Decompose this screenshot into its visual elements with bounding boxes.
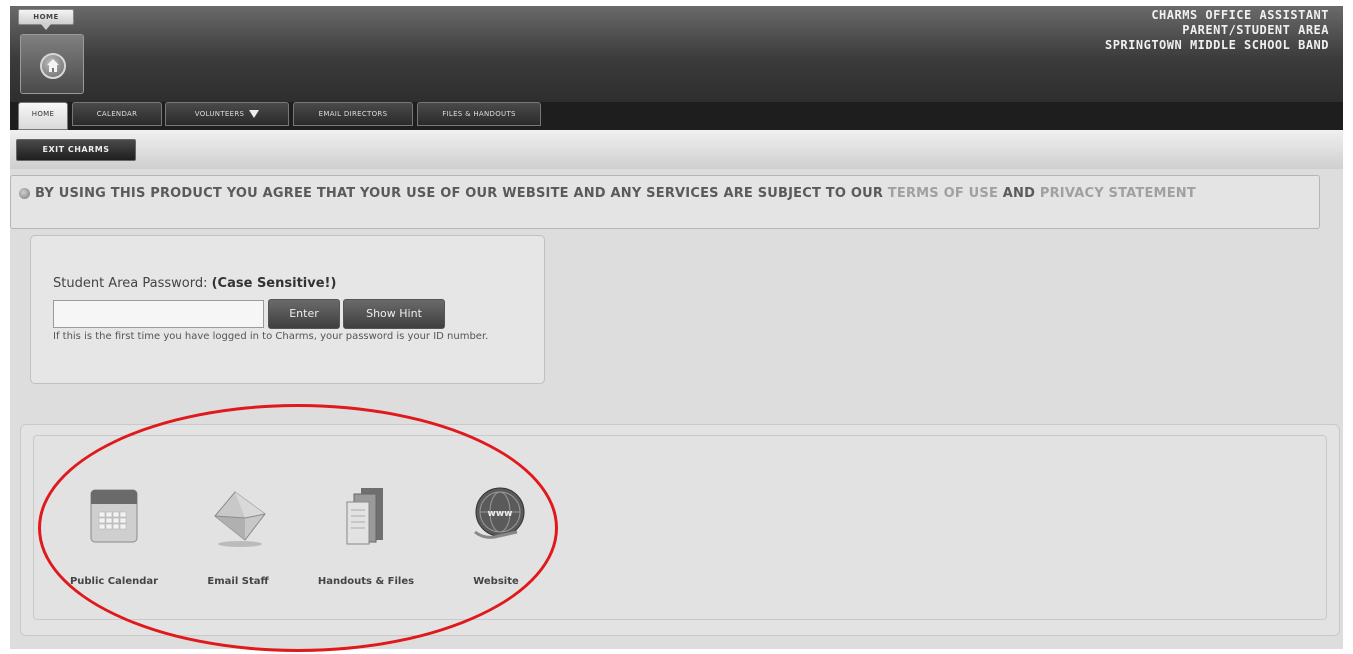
website-label: Website bbox=[473, 576, 519, 587]
tab-files-handouts[interactable]: FILES & HANDOUTS bbox=[417, 102, 541, 126]
public-calendar-label: Public Calendar bbox=[69, 576, 159, 587]
tab-volunteers-label: VOLUNTEERS bbox=[194, 110, 245, 118]
globe-icon: www bbox=[474, 487, 525, 539]
handouts-files-label: Handouts & Files bbox=[317, 576, 415, 587]
quick-links-panel: Public Calendar Email Staff Handouts & F… bbox=[20, 424, 1340, 636]
password-input[interactable] bbox=[53, 300, 264, 328]
app-title-line-2: PARENT/STUDENT AREA bbox=[1182, 23, 1329, 37]
app-title: CHARMS OFFICE ASSISTANT PARENT/STUDENT A… bbox=[1105, 8, 1329, 53]
main-nav: HOME CALENDAR VOLUNTEERS EMAIL DIRECTORS… bbox=[10, 102, 1343, 130]
case-sensitive-note: (Case Sensitive!) bbox=[211, 276, 337, 291]
student-password-panel: Student Area Password: (Case Sensitive!)… bbox=[30, 235, 545, 384]
calendar-icon bbox=[90, 489, 138, 543]
home-icon bbox=[40, 53, 66, 79]
show-hint-button[interactable]: Show Hint bbox=[343, 299, 445, 329]
sub-toolbar: EXIT CHARMS bbox=[10, 130, 1343, 169]
exit-charms-button[interactable]: EXIT CHARMS bbox=[16, 139, 136, 161]
privacy-statement-link[interactable]: PRIVACY STATEMENT bbox=[1040, 186, 1196, 201]
main-content: BY USING THIS PRODUCT YOU AGREE THAT YOU… bbox=[10, 169, 1343, 649]
tab-email-directors[interactable]: EMAIL DIRECTORS bbox=[293, 102, 413, 126]
public-calendar-link[interactable]: Public Calendar bbox=[54, 486, 174, 596]
notice-text: BY USING THIS PRODUCT YOU AGREE THAT YOU… bbox=[35, 186, 888, 201]
terms-of-use-link[interactable]: TERMS OF USE bbox=[888, 186, 998, 201]
envelope-icon bbox=[214, 491, 266, 547]
email-staff-label: Email Staff bbox=[207, 576, 269, 587]
quick-links-container: Public Calendar Email Staff Handouts & F… bbox=[33, 435, 1327, 620]
info-bullet-icon bbox=[19, 188, 30, 199]
handouts-files-link[interactable]: Handouts & Files bbox=[306, 486, 426, 596]
password-hint-text: If this is the first time you have logge… bbox=[53, 331, 489, 342]
email-staff-link[interactable]: Email Staff bbox=[178, 486, 298, 596]
terms-notice: BY USING THIS PRODUCT YOU AGREE THAT YOU… bbox=[10, 175, 1320, 229]
app-title-line-3: SPRINGTOWN MIDDLE SCHOOL BAND bbox=[1104, 38, 1329, 52]
enter-button[interactable]: Enter bbox=[268, 299, 340, 329]
tab-calendar[interactable]: CALENDAR bbox=[72, 102, 162, 126]
notice-and-text: AND bbox=[998, 186, 1040, 201]
files-icon bbox=[346, 488, 383, 545]
home-button[interactable] bbox=[20, 34, 84, 94]
password-label: Student Area Password: (Case Sensitive!) bbox=[53, 276, 336, 291]
tab-volunteers[interactable]: VOLUNTEERS bbox=[165, 102, 289, 126]
svg-text:www: www bbox=[488, 509, 513, 519]
header-bar: HOME CHARMS OFFICE ASSISTANT PARENT/STUD… bbox=[10, 6, 1343, 102]
website-link[interactable]: www Website bbox=[436, 486, 556, 596]
app-title-line-1: CHARMS OFFICE ASSISTANT bbox=[1151, 8, 1329, 22]
password-label-text: Student Area Password: bbox=[53, 276, 208, 291]
dropdown-arrow-icon bbox=[249, 110, 260, 118]
tab-home[interactable]: HOME bbox=[18, 102, 68, 130]
home-tab[interactable]: HOME bbox=[18, 9, 74, 30]
